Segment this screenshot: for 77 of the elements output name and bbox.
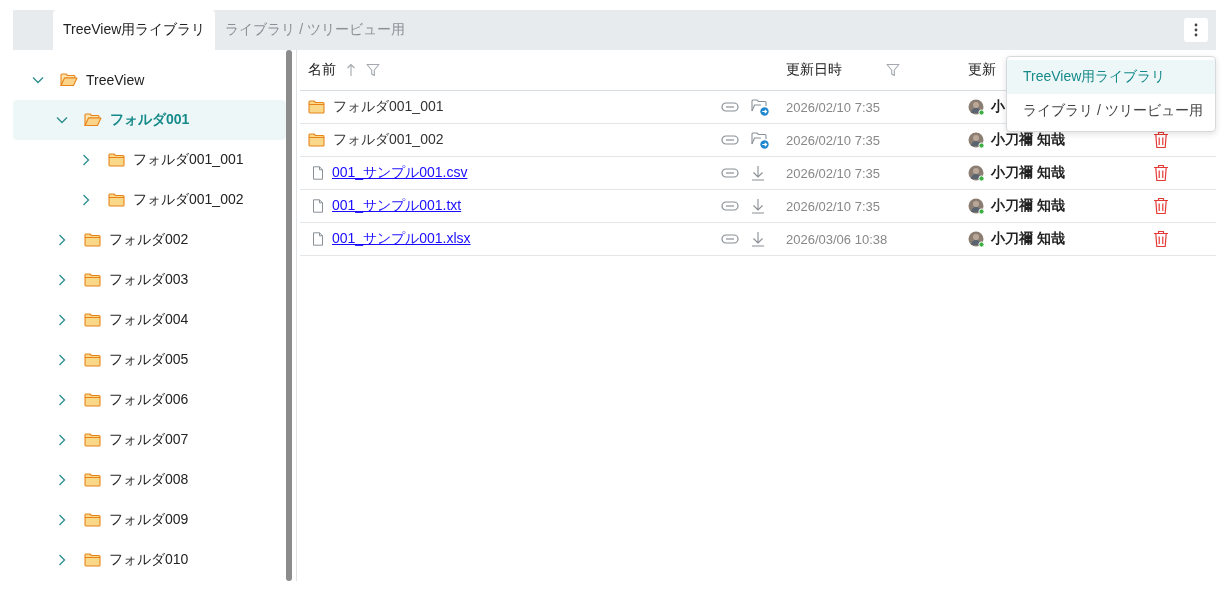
modified-date: 2026/02/10 7:35 [786, 165, 880, 181]
modified-date: 2026/02/10 7:35 [786, 198, 880, 214]
open-folder-icon [60, 73, 78, 87]
file-icon [312, 199, 324, 213]
avatar-icon [968, 230, 985, 248]
trash-icon[interactable] [1153, 164, 1169, 182]
folder-icon [308, 133, 325, 147]
tree-item[interactable]: フォルダ006 [13, 380, 286, 420]
avatar-icon [968, 164, 985, 182]
file-link[interactable]: 001_サンプル001.csv [332, 164, 468, 182]
author-name: 小刀禰 知哉 [991, 197, 1065, 215]
folder-icon [84, 273, 101, 287]
more-options-button[interactable] [1184, 18, 1208, 42]
link-icon[interactable] [721, 233, 739, 245]
column-header[interactable]: 更新 [968, 61, 996, 79]
avatar-icon [968, 197, 985, 215]
link-icon[interactable] [721, 134, 739, 146]
avatar-icon [968, 131, 985, 149]
trash-icon[interactable] [1153, 230, 1169, 248]
column-header[interactable]: 更新日時 [786, 61, 842, 79]
link-icon[interactable] [721, 167, 739, 179]
tree-item[interactable]: フォルダ001 [13, 100, 286, 140]
menu-item[interactable]: TreeView用ライブラリ [1007, 60, 1215, 94]
author-name: 小 [991, 98, 1005, 116]
trash-icon[interactable] [1153, 131, 1169, 149]
folder-icon [108, 153, 125, 167]
file-icon [312, 232, 324, 246]
avatar-icon [968, 98, 985, 116]
folder-icon [84, 393, 101, 407]
folder-arrow-icon[interactable] [751, 131, 769, 149]
folder-icon [84, 353, 101, 367]
tree-item[interactable]: TreeView [13, 60, 286, 100]
folder-icon [308, 100, 325, 114]
column-header[interactable]: 名前 [308, 61, 336, 79]
author-name: 小刀禰 知哉 [991, 164, 1065, 182]
tree-item[interactable]: フォルダ010 [13, 540, 286, 580]
filter-icon[interactable] [886, 63, 900, 77]
modified-date: 2026/02/10 7:35 [786, 99, 880, 115]
filter-icon[interactable] [366, 63, 380, 77]
download-icon[interactable] [751, 198, 765, 214]
folder-icon [84, 233, 101, 247]
folder-arrow-icon[interactable] [751, 98, 769, 116]
author-name: 小刀禰 知哉 [991, 131, 1065, 149]
folder-icon [84, 473, 101, 487]
tree-item[interactable]: フォルダ001_002 [13, 180, 286, 220]
folder-icon [84, 513, 101, 527]
link-icon[interactable] [721, 101, 739, 113]
folder-icon [84, 313, 101, 327]
tree-item[interactable]: フォルダ001_001 [13, 140, 286, 180]
file-icon [312, 166, 324, 180]
folder-icon [108, 193, 125, 207]
tree-item[interactable]: フォルダ005 [13, 340, 286, 380]
folder-icon [84, 433, 101, 447]
more-options-icon [1194, 23, 1198, 37]
tab[interactable]: TreeView用ライブラリ [53, 10, 216, 50]
menu-item[interactable]: ライブラリ / ツリービュー用 [1007, 94, 1215, 128]
sort-up-arrow-icon[interactable] [346, 63, 356, 77]
tree-item[interactable]: フォルダ003 [13, 260, 286, 300]
file-link[interactable]: 001_サンプル001.txt [332, 197, 462, 215]
tree-item[interactable]: フォルダ007 [13, 420, 286, 460]
tree-item[interactable]: フォルダ004 [13, 300, 286, 340]
open-folder-icon [84, 113, 102, 127]
trash-icon[interactable] [1153, 197, 1169, 215]
author-name: 小刀禰 知哉 [991, 230, 1065, 248]
modified-date: 2026/02/10 7:35 [786, 132, 880, 148]
tree-item[interactable]: フォルダ009 [13, 500, 286, 540]
modified-date: 2026/03/06 10:38 [786, 231, 888, 247]
tree-item[interactable]: フォルダ002 [13, 220, 286, 260]
link-icon[interactable] [721, 200, 739, 212]
folder-name[interactable]: フォルダ001_001 [333, 98, 444, 116]
folder-name[interactable]: フォルダ001_002 [333, 131, 444, 149]
folder-icon [84, 553, 101, 567]
tree-item[interactable]: フォルダ008 [13, 460, 286, 500]
file-link[interactable]: 001_サンプル001.xlsx [332, 230, 471, 248]
download-icon[interactable] [751, 231, 765, 247]
download-icon[interactable] [751, 165, 765, 181]
scrollbar[interactable] [286, 50, 292, 581]
